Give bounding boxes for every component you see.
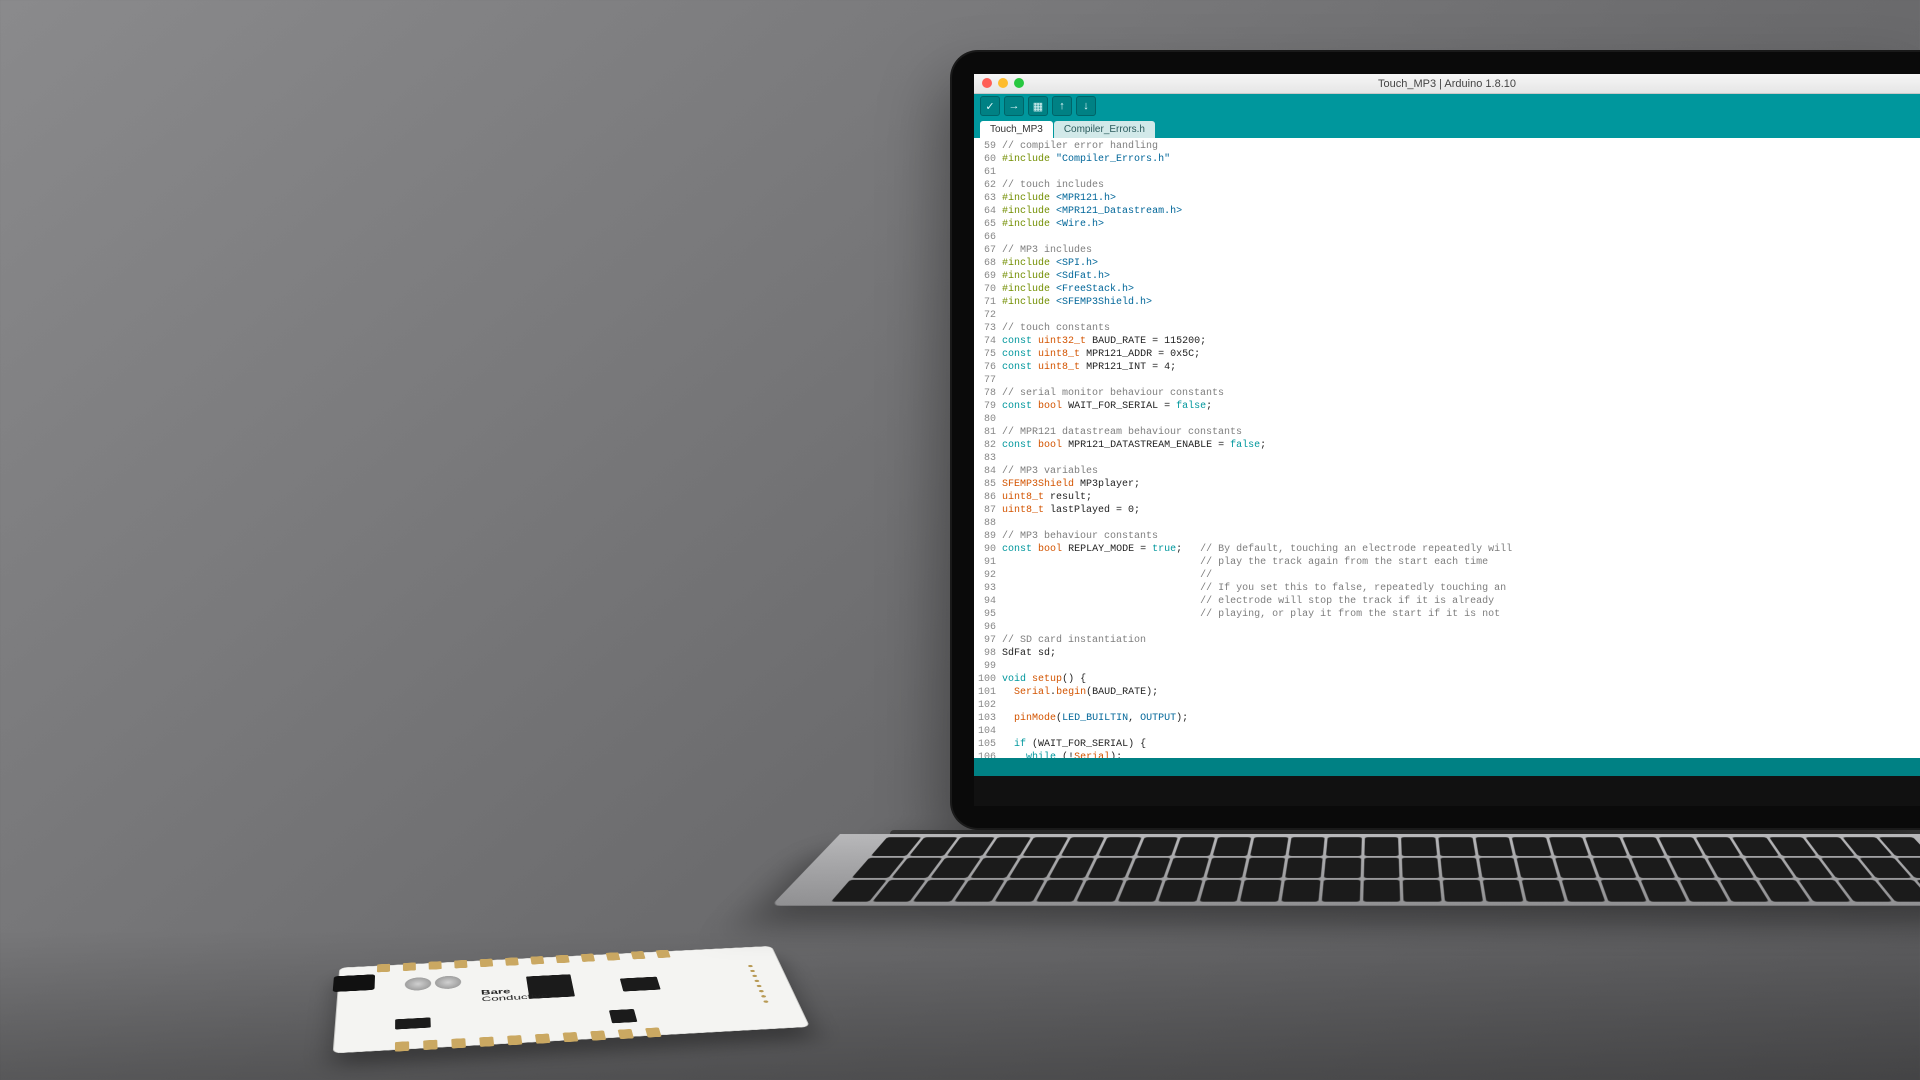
keycap [1522, 880, 1565, 902]
keycap [1512, 837, 1551, 856]
keycap [1175, 837, 1215, 856]
audio-jack-icon [333, 974, 375, 992]
keycap [1364, 837, 1399, 856]
keycap [1363, 880, 1401, 902]
keycap [1061, 837, 1105, 856]
keycap [1246, 858, 1285, 878]
board-brand-label: Bare Conductive [481, 986, 549, 1003]
console-output [974, 776, 1920, 806]
keycap [1593, 858, 1637, 878]
open-button[interactable]: ↑ [1052, 96, 1072, 116]
keycap [1555, 858, 1597, 878]
keycap [1479, 858, 1519, 878]
save-button[interactable]: ↓ [1076, 96, 1096, 116]
keycap [1199, 880, 1242, 902]
tab-touch-mp3[interactable]: Touch_MP3 [980, 121, 1053, 138]
chip-icon [609, 1009, 637, 1023]
check-icon: ✓ [985, 100, 994, 113]
arrow-right-icon: → [1009, 100, 1020, 112]
keycap [1322, 880, 1360, 902]
pcb-body: Bare Conductive [333, 946, 810, 1054]
verify-button[interactable]: ✓ [980, 96, 1000, 116]
keycap [1601, 880, 1646, 902]
keycap [1250, 837, 1288, 856]
keycap [1517, 858, 1558, 878]
keycap [1049, 858, 1095, 878]
keycap [1402, 837, 1438, 856]
keycap [1118, 880, 1163, 902]
keycap [1099, 837, 1142, 856]
keycap [1288, 837, 1325, 856]
keycap [1403, 880, 1441, 902]
capacitor-icon [435, 975, 462, 989]
upload-button[interactable]: → [1004, 96, 1024, 116]
keycap [1482, 880, 1523, 902]
keycap [1438, 837, 1475, 856]
keycap [1240, 880, 1281, 902]
keycap [1127, 858, 1170, 878]
laptop-keyboard [771, 834, 1920, 906]
window-title: Touch_MP3 | Arduino 1.8.10 [1378, 78, 1516, 90]
capacitor-icon [405, 977, 432, 991]
keycap [1549, 837, 1589, 856]
chip-icon [395, 1017, 431, 1029]
keycap [1622, 837, 1665, 856]
keycap [1212, 837, 1251, 856]
code-editor[interactable]: 59 60 61 62 63 64 65 66 67 68 69 70 71 7… [974, 138, 1920, 758]
keycap [1036, 880, 1084, 902]
keycap [1077, 880, 1124, 902]
file-new-icon: ▦ [1033, 100, 1043, 113]
keycap [1440, 858, 1478, 878]
laptop: Touch_MP3 | Arduino 1.8.10 ✓ → ▦ ↑ ↓ Tou… [950, 50, 1920, 1080]
minimize-icon[interactable] [998, 78, 1008, 88]
laptop-screen: Touch_MP3 | Arduino 1.8.10 ✓ → ▦ ↑ ↓ Tou… [974, 74, 1920, 806]
message-area [974, 758, 1920, 776]
keycap [1443, 880, 1483, 902]
ide-toolbar: ✓ → ▦ ↑ ↓ [974, 94, 1920, 118]
keycap [1659, 837, 1703, 856]
keycap [1364, 858, 1400, 878]
keycap [1167, 858, 1209, 878]
bare-conductive-touch-board: Bare Conductive [333, 946, 810, 1054]
window-title-bar: Touch_MP3 | Arduino 1.8.10 [974, 74, 1920, 94]
new-button[interactable]: ▦ [1028, 96, 1048, 116]
keycap [1640, 880, 1687, 902]
keycap [1088, 858, 1133, 878]
arrow-down-icon: ↓ [1083, 100, 1089, 112]
line-number-gutter: 59 60 61 62 63 64 65 66 67 68 69 70 71 7… [974, 138, 1002, 758]
arrow-up-icon: ↑ [1059, 100, 1065, 112]
close-icon[interactable] [982, 78, 992, 88]
keycap [1206, 858, 1247, 878]
keycap [1561, 880, 1605, 902]
keycap [1631, 858, 1676, 878]
keycap [1475, 837, 1513, 856]
keycap [1285, 858, 1323, 878]
tab-bar: Touch_MP3 Compiler_Errors.h [974, 118, 1920, 138]
keycap [1326, 837, 1361, 856]
keycap [1585, 837, 1627, 856]
code-body[interactable]: // compiler error handling #include "Com… [1002, 138, 1512, 758]
keycap [1402, 858, 1439, 878]
keycap [1158, 880, 1202, 902]
keycap [1281, 880, 1321, 902]
zoom-icon[interactable] [1014, 78, 1024, 88]
keycap [1137, 837, 1179, 856]
keycap [1324, 858, 1361, 878]
laptop-bezel: Touch_MP3 | Arduino 1.8.10 ✓ → ▦ ↑ ↓ Tou… [950, 50, 1920, 830]
chip-icon [620, 977, 661, 992]
tab-compiler-errors[interactable]: Compiler_Errors.h [1054, 121, 1155, 138]
